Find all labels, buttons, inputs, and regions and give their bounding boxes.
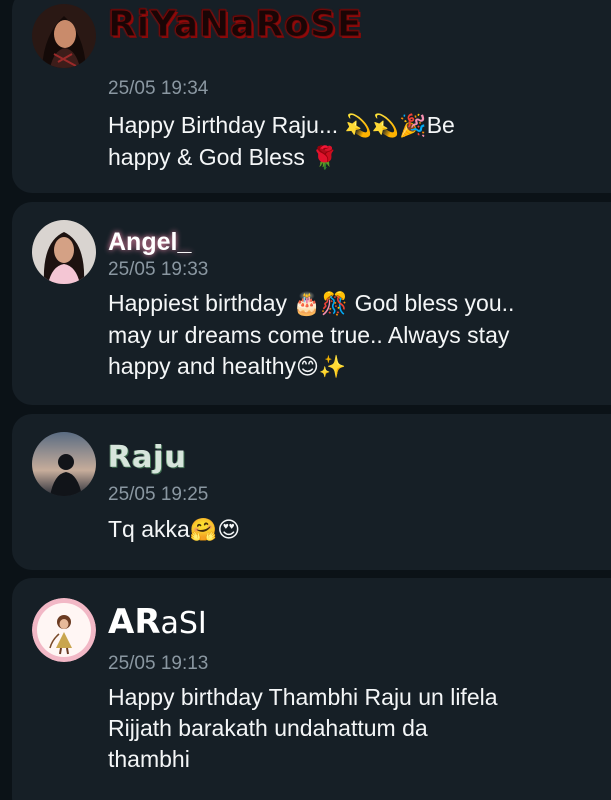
- message-text: happy & God Bless: [108, 144, 305, 170]
- message-text: Be: [426, 112, 455, 138]
- comment-card[interactable]: Angel_ 25/05 19:33 Happiest birthday 🎂🎊 …: [12, 202, 611, 405]
- avatar[interactable]: [32, 432, 96, 496]
- username[interactable]: Angel_: [108, 228, 191, 257]
- message-text: Rijjath barakath undahattum da: [108, 715, 428, 741]
- timestamp: 25/05 19:33: [108, 259, 209, 280]
- username[interactable]: RiYaNaRoSE: [108, 4, 363, 46]
- message-text: Happy birthday Thambhi Raju un lifela: [108, 684, 498, 710]
- username[interactable]: Raju: [108, 440, 187, 475]
- timestamp: 25/05 19:25: [108, 484, 209, 505]
- message-text: happy and healthy: [108, 353, 296, 379]
- comment-text: Happy birthday Thambhi Raju un lifela Ri…: [108, 682, 578, 775]
- timestamp: 25/05 19:34: [108, 78, 209, 99]
- avatar-image: [32, 598, 96, 662]
- avatar-image: [32, 220, 96, 284]
- avatar-image: [32, 432, 96, 496]
- username-part: aSI: [160, 606, 207, 641]
- avatar-image: [32, 4, 96, 68]
- comment-text: Tq akka🤗😍: [108, 514, 578, 546]
- avatar[interactable]: [32, 598, 96, 662]
- comment-card[interactable]: RiYaNaRoSE 25/05 19:34 Happy Birthday Ra…: [12, 0, 611, 193]
- emoji: 🎂🎊: [293, 292, 349, 317]
- emoji: 🤗😍: [189, 518, 241, 543]
- comment-text: Happy Birthday Raju... 💫💫🎉Be happy & God…: [108, 110, 578, 174]
- comment-card[interactable]: Raju 25/05 19:25 Tq akka🤗😍: [12, 414, 611, 570]
- timestamp: 25/05 19:13: [108, 653, 209, 674]
- comment-text: Happiest birthday 🎂🎊 God bless you.. may…: [108, 288, 578, 383]
- message-text: Happy Birthday Raju...: [108, 112, 339, 138]
- comment-feed: RiYaNaRoSE 25/05 19:34 Happy Birthday Ra…: [0, 0, 611, 800]
- avatar[interactable]: [32, 220, 96, 284]
- emoji: 🌹: [311, 146, 339, 171]
- message-text: may ur dreams come true.. Always stay: [108, 322, 510, 348]
- message-text: Tq akka: [108, 516, 190, 542]
- username-part: AR: [108, 602, 161, 642]
- avatar[interactable]: [32, 4, 96, 68]
- username[interactable]: ARaSI: [108, 602, 207, 642]
- message-text: thambhi: [108, 746, 190, 772]
- emoji: 😊✨: [296, 355, 347, 380]
- message-text: Happiest birthday: [108, 290, 287, 316]
- message-text: God bless you..: [354, 290, 515, 316]
- comment-card[interactable]: ARaSI 25/05 19:13 Happy birthday Thambhi…: [12, 578, 611, 800]
- emoji: 💫💫🎉: [344, 114, 427, 139]
